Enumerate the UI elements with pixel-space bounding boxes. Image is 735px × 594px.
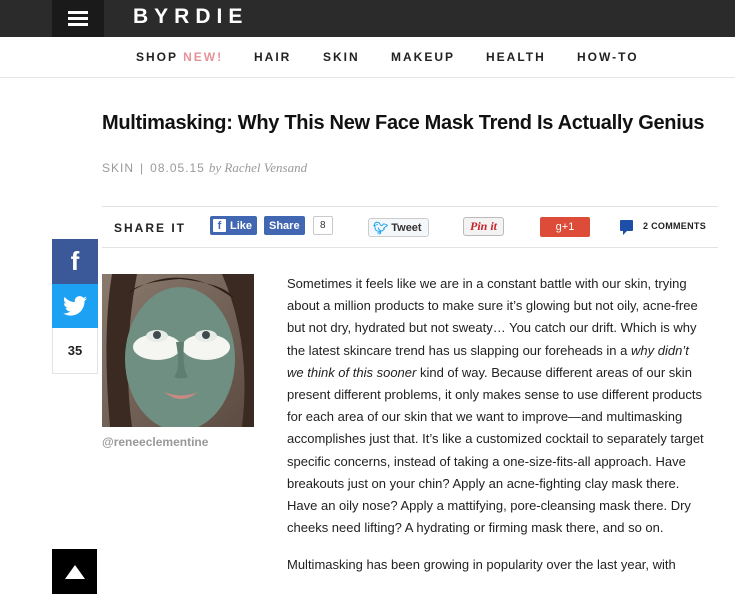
article-date: 08.05.15: [150, 161, 205, 175]
top-bar: BYRDIE: [0, 0, 735, 37]
byline: SKIN | 08.05.15 by Rachel Vensand: [102, 160, 307, 176]
site-logo[interactable]: BYRDIE: [133, 5, 248, 29]
nav-item-hair[interactable]: HAIR: [254, 50, 291, 64]
main-nav: SHOP NEW! HAIR SKIN MAKEUP HEALTH HOW-TO: [0, 37, 735, 78]
article-photo: [102, 274, 254, 427]
facebook-like-button[interactable]: f Like: [210, 216, 258, 235]
share-bar: SHARE IT f Like Share 8 🐦︎ Tweet Pin it …: [102, 206, 718, 248]
article-title: Multimasking: Why This New Face Mask Tre…: [102, 112, 705, 134]
back-to-top-button[interactable]: [52, 549, 97, 594]
facebook-like-label: Like: [230, 219, 253, 232]
nav-item-skin[interactable]: SKIN: [323, 50, 360, 64]
facebook-share-rail-button[interactable]: f: [52, 239, 98, 284]
image-credit[interactable]: @reneeclementine: [102, 435, 208, 449]
comments-count: 2 COMMENTS: [643, 220, 707, 231]
google-plus-button[interactable]: g+1: [540, 217, 590, 237]
comments-link[interactable]: 2 COMMENTS: [620, 220, 707, 235]
twitter-bird-icon: 🐦︎: [373, 220, 389, 235]
share-total-count: 35: [52, 328, 98, 374]
facebook-share-button[interactable]: Share: [264, 216, 305, 235]
social-rail: f 35: [52, 239, 98, 374]
nav-item-how-to[interactable]: HOW-TO: [577, 50, 639, 64]
arrow-up-icon: [64, 564, 85, 579]
comment-bubble-icon: [620, 220, 633, 235]
paragraph-1: Sometimes it feels like we are in a cons…: [287, 273, 707, 539]
menu-button[interactable]: [52, 0, 104, 37]
nav-new-badge: NEW!: [183, 50, 224, 64]
facebook-f-icon: f: [70, 246, 80, 276]
nav-shop-label: SHOP: [136, 50, 178, 64]
nav-item-makeup[interactable]: MAKEUP: [391, 50, 455, 64]
nav-item-health[interactable]: HEALTH: [486, 50, 546, 64]
author-name[interactable]: Rachel Vensand: [224, 160, 307, 175]
byline-prefix: by: [208, 160, 222, 175]
category-link[interactable]: SKIN: [102, 161, 134, 175]
tweet-label: Tweet: [391, 221, 422, 234]
pin-it-button[interactable]: Pin it: [463, 217, 505, 236]
facebook-icon: f: [213, 219, 226, 232]
twitter-bird-icon: [63, 296, 87, 316]
nav-item-shop[interactable]: SHOP NEW!: [136, 50, 223, 64]
share-label: SHARE IT: [114, 221, 187, 235]
twitter-share-rail-button[interactable]: [52, 284, 98, 328]
article-body: Sometimes it feels like we are in a cons…: [287, 273, 707, 592]
p1-text-b: kind of way. Because different areas of …: [287, 364, 704, 536]
facebook-share-count: 8: [313, 216, 333, 235]
hamburger-icon: [68, 11, 88, 26]
byline-separator: |: [140, 161, 145, 175]
tweet-button[interactable]: 🐦︎ Tweet: [368, 218, 429, 237]
paragraph-2: Multimasking has been growing in popular…: [287, 557, 676, 573]
